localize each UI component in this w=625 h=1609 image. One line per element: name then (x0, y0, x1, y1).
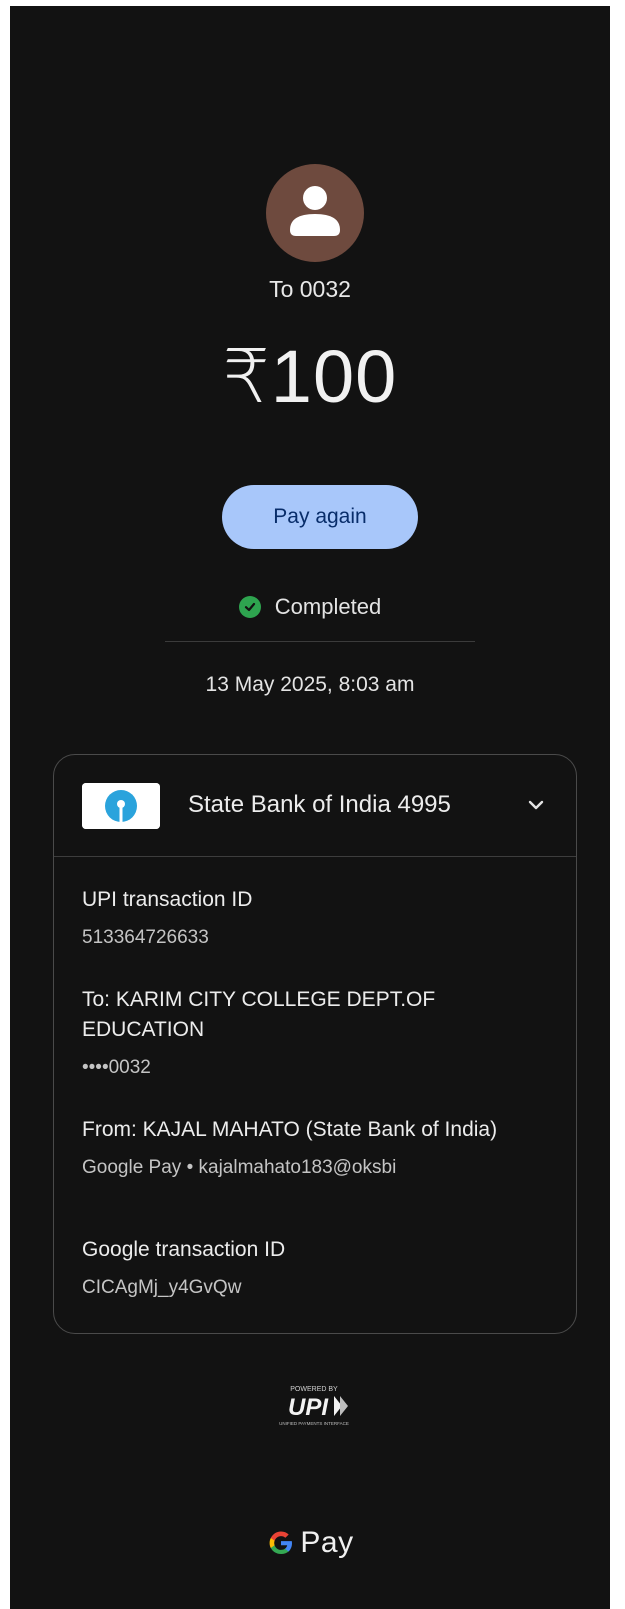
gpay-pay-text: Pay (300, 1526, 354, 1559)
status-label: Completed (274, 594, 382, 619)
google-transaction-id-section: Google transaction ID CICAgMj_y4GvQw (82, 1235, 552, 1301)
avatar (266, 164, 364, 262)
google-g-icon (269, 1531, 293, 1554)
detail-label: From: KAJAL MAHATO (State Bank of India) (82, 1118, 498, 1141)
divider (165, 641, 475, 642)
upi-transaction-id-section: UPI transaction ID 513364726633 (82, 885, 552, 951)
transaction-details-card: State Bank of India 4995 UPI transaction… (53, 754, 577, 1334)
payee-section: To: KARIM CITY COLLEGE DEPT.OF EDUCATION… (82, 985, 552, 1081)
bank-account-selector[interactable]: State Bank of India 4995 (54, 755, 576, 857)
chevron-down-icon[interactable] (524, 793, 548, 817)
payment-amount: ₹100 (222, 335, 398, 418)
upi-logo: POWERED BY UPI UNIFIED PAYMENTS INTERFAC… (268, 1382, 360, 1428)
payment-status: Completed (10, 594, 610, 620)
detail-label: To: KARIM CITY COLLEGE DEPT.OF EDUCATION (82, 988, 436, 1041)
sbi-logo (82, 783, 160, 829)
detail-value: Google Pay • kajalmahato183@oksbi (82, 1157, 397, 1178)
payer-section: From: KAJAL MAHATO (State Bank of India)… (82, 1115, 552, 1181)
transaction-datetime: 13 May 2025, 8:03 am (205, 673, 415, 696)
recipient-label: To 0032 (269, 276, 351, 302)
detail-value: ••••0032 (82, 1057, 151, 1078)
detail-value: CICAgMj_y4GvQw (82, 1277, 242, 1298)
google-pay-logo: Pay (10, 1526, 610, 1560)
person-icon (290, 186, 340, 236)
detail-value: 513364726633 (82, 927, 209, 948)
bank-account-name: State Bank of India 4995 (188, 791, 451, 818)
check-circle-icon (238, 596, 261, 618)
detail-label: UPI transaction ID (82, 888, 253, 911)
upi-logo-text: UPI (288, 1394, 329, 1421)
payment-details-screen: To 0032 ₹100 Pay again Completed 13 May … (10, 6, 610, 1609)
upi-powered-by: POWERED BY (290, 1386, 338, 1393)
upi-tagline: UNIFIED PAYMENTS INTERFACE (279, 1421, 349, 1426)
detail-label: Google transaction ID (82, 1238, 286, 1261)
pay-again-button[interactable]: Pay again (222, 485, 418, 549)
